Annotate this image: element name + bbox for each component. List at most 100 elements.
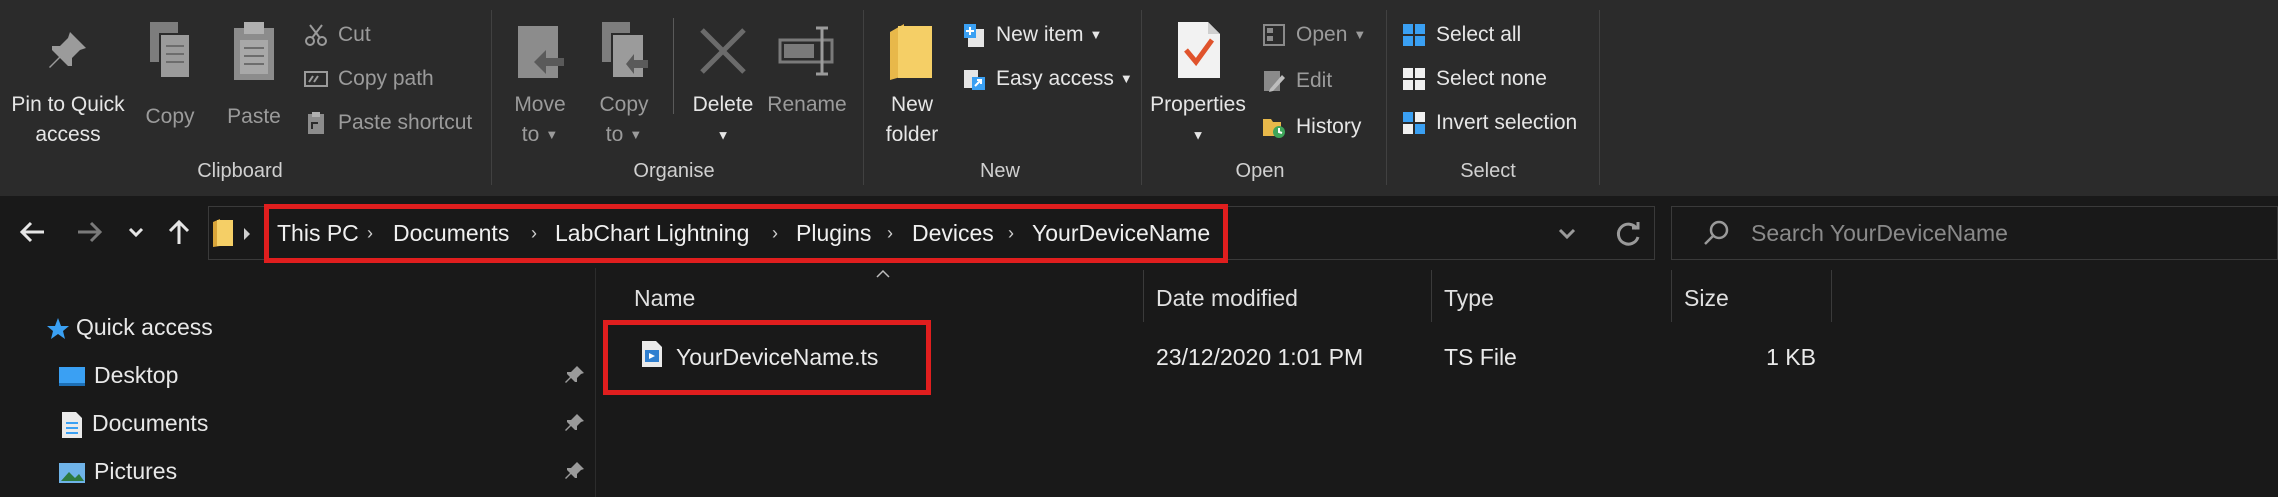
edit-label: Edit [1296, 69, 1333, 92]
nav-item-pictures[interactable]: Pictures [58, 454, 177, 488]
copy-path-button[interactable]: Copy path [304, 64, 434, 94]
easy-access-button[interactable]: Easy access ▼ [962, 64, 1133, 94]
move-to-button[interactable]: Move to ▼ [500, 14, 580, 154]
group-separator [863, 10, 864, 185]
search-icon [1704, 220, 1729, 245]
properties-button[interactable]: Properties ▼ [1148, 14, 1248, 154]
column-header-date-modified[interactable]: Date modified [1156, 281, 1298, 315]
copy-icon [150, 22, 191, 79]
delete-button[interactable]: Delete ▼ [688, 14, 758, 154]
column-header-type[interactable]: Type [1444, 281, 1494, 315]
column-divider[interactable] [1431, 270, 1432, 322]
open-button[interactable]: Open ▼ [1262, 20, 1366, 50]
history-button[interactable]: History [1262, 112, 1361, 142]
chevron-down-icon: ▼ [716, 127, 730, 143]
copy-to-label-line2: to [605, 123, 624, 146]
new-folder-label-line1: New [890, 93, 933, 116]
select-none-button[interactable]: Select none [1402, 64, 1547, 94]
search-input[interactable] [1751, 217, 2251, 249]
edit-button[interactable]: Edit [1262, 66, 1332, 96]
column-header-name[interactable]: Name [634, 281, 695, 315]
breadcrumb-devices[interactable]: Devices [912, 218, 994, 248]
rename-label: Rename [767, 93, 847, 116]
select-group-label: Select [1460, 160, 1516, 182]
pin-icon[interactable] [564, 412, 586, 434]
column-divider[interactable] [1143, 270, 1144, 322]
nav-item-label: Pictures [94, 458, 178, 484]
nav-item-desktop[interactable]: Desktop [58, 358, 178, 392]
breadcrumb-this-pc[interactable]: This PC [277, 218, 359, 248]
chevron-right-icon[interactable]: › [887, 218, 893, 248]
column-header-size[interactable]: Size [1684, 281, 1729, 315]
cut-button[interactable]: Cut [304, 20, 371, 50]
pin-label-line1: Pin to Quick [11, 93, 125, 116]
paste-shortcut-label: Paste shortcut [338, 111, 473, 134]
new-item-label: New item [996, 23, 1084, 46]
new-folder-label-line2: folder [885, 123, 939, 146]
breadcrumb-labchart-lightning[interactable]: LabChart Lightning [555, 218, 749, 248]
open-icon [1263, 24, 1285, 47]
organise-divider [673, 18, 674, 114]
properties-label: Properties [1150, 93, 1246, 116]
copy-to-button[interactable]: Copy to ▼ [584, 14, 664, 154]
address-history-button[interactable] [1552, 218, 1582, 248]
refresh-button[interactable] [1612, 216, 1646, 250]
chevron-down-icon: ▼ [1119, 71, 1133, 87]
chevron-down-icon: ▼ [1191, 127, 1205, 143]
recent-locations-button[interactable] [122, 212, 150, 252]
paste-icon [234, 22, 274, 80]
forward-arrow-icon [78, 221, 103, 243]
invert-selection-icon [1403, 112, 1425, 135]
breadcrumb-documents[interactable]: Documents [393, 218, 509, 248]
up-button[interactable] [162, 212, 196, 252]
search-box[interactable] [1671, 206, 2278, 260]
chevron-right-icon[interactable]: › [772, 218, 778, 248]
paste-button[interactable]: Paste [218, 14, 290, 128]
nav-quick-access[interactable]: Quick access [46, 310, 213, 344]
copy-label: Copy [145, 105, 195, 128]
file-size: 1 KB [1766, 344, 1816, 370]
sort-indicator-icon [876, 266, 890, 278]
rename-button[interactable]: Rename [764, 14, 850, 124]
history-icon [1263, 119, 1285, 139]
back-button[interactable] [16, 212, 50, 252]
column-divider[interactable] [1671, 270, 1672, 322]
desktop-icon [59, 366, 85, 386]
pin-label-line2: access [35, 123, 101, 146]
paste-shortcut-icon [308, 112, 324, 135]
pin-to-quick-access-button[interactable]: Pin to Quick access [4, 14, 132, 154]
open-label: Open [1296, 23, 1348, 46]
rename-icon [778, 26, 834, 76]
chevron-right-icon[interactable]: › [367, 218, 373, 248]
breadcrumb-yourdevicename[interactable]: YourDeviceName [1032, 218, 1210, 248]
new-item-button[interactable]: New item ▼ [962, 20, 1102, 50]
move-label-line2: to [521, 123, 540, 146]
group-separator [1599, 10, 1600, 185]
file-highlight [603, 320, 931, 395]
nav-quick-access-label: Quick access [76, 314, 213, 340]
file-date-modified: 23/12/2020 1:01 PM [1156, 344, 1364, 370]
column-divider[interactable] [1831, 270, 1832, 322]
breadcrumb-plugins[interactable]: Plugins [796, 218, 871, 248]
copy-to-label-line1: Copy [599, 93, 649, 116]
star-icon [47, 317, 69, 339]
invert-selection-button[interactable]: Invert selection [1402, 108, 1577, 138]
select-all-button[interactable]: Select all [1402, 20, 1521, 50]
move-to-icon [518, 26, 564, 78]
pin-icon[interactable] [564, 460, 586, 482]
chevron-down-icon: ▼ [545, 127, 559, 143]
new-folder-button[interactable]: New folder [872, 14, 952, 154]
copy-button[interactable]: Copy [138, 14, 202, 128]
chevron-down-icon: ▼ [1089, 27, 1103, 43]
group-separator [491, 10, 492, 185]
chevron-down-icon [128, 227, 144, 238]
paste-shortcut-button[interactable]: Paste shortcut [304, 108, 472, 138]
chevron-right-icon[interactable]: › [1008, 218, 1014, 248]
chevron-right-icon[interactable]: › [531, 218, 537, 248]
select-none-icon [1403, 68, 1425, 91]
pin-icon[interactable] [564, 364, 586, 386]
select-all-label: Select all [1436, 23, 1522, 46]
forward-button[interactable] [72, 212, 106, 252]
refresh-icon [1616, 222, 1640, 246]
nav-item-documents[interactable]: Documents [58, 406, 208, 440]
